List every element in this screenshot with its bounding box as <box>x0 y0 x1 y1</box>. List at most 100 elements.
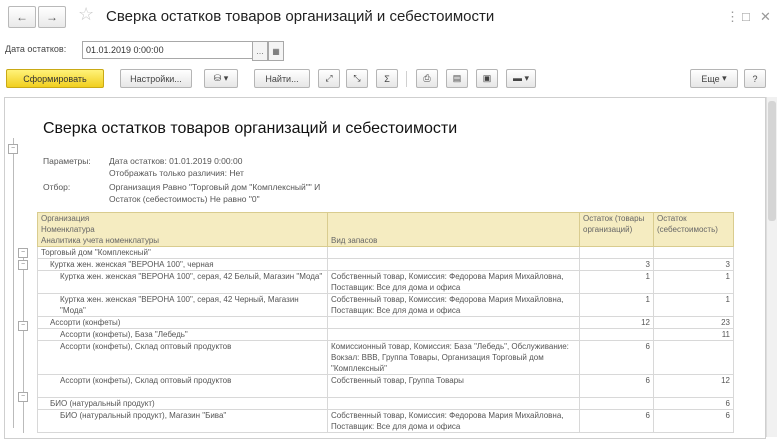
parameters-row: Дата остатков: 01.01.2019 0:00:00 … ▦ <box>0 38 778 62</box>
cell-stock-type: Собственный товар, Комиссия: Федорова Ма… <box>327 293 580 317</box>
expand-groups-button[interactable]: ⤢ <box>318 69 340 88</box>
filter-line2: Остаток (себестоимость) Не равно "0" <box>109 194 260 204</box>
close-icon[interactable]: ✕ <box>760 9 771 25</box>
save-button[interactable]: ▣ <box>476 69 498 88</box>
header-organization: Организация Номенклатура Аналитика учета… <box>37 212 328 247</box>
report-title: Сверка остатков товаров организаций и се… <box>43 120 458 137</box>
table-row[interactable]: Ассорти (конфеты), Склад оптовый продукт… <box>37 340 734 375</box>
cell-goods-balance: 1 <box>579 270 654 294</box>
cell-stock-type <box>327 258 580 271</box>
cell-stock-type: Комиссионный товар, Комиссия: База "Лебе… <box>327 340 580 375</box>
table-row[interactable]: Ассорти (конфеты), Склад оптовый продукт… <box>37 374 734 398</box>
calendar-button[interactable]: ▦ <box>268 41 284 61</box>
cell-item: Куртка жен. женская "ВЕРОНА 100", серая,… <box>37 293 328 317</box>
collapse-header-icon[interactable]: − <box>8 144 18 154</box>
cell-stock-type: Собственный товар, Группа Товары <box>327 374 580 398</box>
table-row[interactable]: Торговый дом "Комплексный" <box>37 246 734 259</box>
cell-cost-balance: 1 <box>653 293 734 317</box>
cell-stock-type <box>327 316 580 329</box>
table-row[interactable]: Ассорти (конфеты), База "Лебедь" 11 <box>37 328 734 341</box>
back-arrow-icon: ← <box>16 10 28 24</box>
cell-goods-balance: 6 <box>579 340 654 375</box>
group-toggle-item3[interactable]: − <box>18 392 28 402</box>
group-toggle-item1[interactable]: − <box>18 260 28 270</box>
date-label: Дата остатков: <box>5 44 67 54</box>
printer-icon: ⎙ <box>423 73 431 83</box>
table-row[interactable]: БИО (натуральный продукт), Магазин "Бива… <box>37 409 734 433</box>
params-label: Параметры: <box>43 156 91 166</box>
cell-item: Ассорти (конфеты), Склад оптовый продукт… <box>37 340 328 375</box>
report-area: − Сверка остатков товаров организаций и … <box>4 97 766 439</box>
calendar-icon: ▦ <box>272 46 280 56</box>
group-toggle-item2[interactable]: − <box>18 321 28 331</box>
variants-icon: ⛁ ▾ <box>213 73 229 83</box>
cell-cost-balance <box>653 246 734 259</box>
header-stock-type: Вид запасов <box>327 212 580 247</box>
group-toggle-org[interactable]: − <box>18 248 28 258</box>
cell-item: Торговый дом "Комплексный" <box>37 246 328 259</box>
cell-item: Ассорти (конфеты), База "Лебедь" <box>37 328 328 341</box>
vertical-scrollbar[interactable] <box>766 97 777 437</box>
date-input[interactable]: 01.01.2019 0:00:00 <box>82 41 253 59</box>
cell-stock-type <box>327 397 580 410</box>
cell-cost-balance: 3 <box>653 258 734 271</box>
cell-item: Куртка жен. женская "ВЕРОНА 100", серая,… <box>37 270 328 294</box>
cell-cost-balance: 11 <box>653 328 734 341</box>
help-button[interactable]: ? <box>744 69 766 88</box>
settings-button[interactable]: Настройки... <box>120 69 192 88</box>
cell-goods-balance: 6 <box>579 409 654 433</box>
cell-item: БИО (натуральный продукт), Магазин "Бива… <box>37 409 328 433</box>
select-dots-button[interactable]: … <box>252 41 268 61</box>
cell-cost-balance: 1 <box>653 270 734 294</box>
forward-button[interactable]: → <box>38 6 66 28</box>
params-line1: Дата остатков: 01.01.2019 0:00:00 <box>109 156 243 166</box>
cell-goods-balance: 3 <box>579 258 654 271</box>
header-cost-balance: Остаток (себестоимость) <box>653 212 734 247</box>
back-button[interactable]: ← <box>8 6 36 28</box>
more-actions-icon[interactable]: ⋮ <box>726 9 739 25</box>
sigma-icon: Σ <box>384 73 390 84</box>
report-table: Организация Номенклатура Аналитика учета… <box>37 212 734 433</box>
table-row[interactable]: Куртка жен. женская "ВЕРОНА 100", серая,… <box>37 270 734 294</box>
cell-goods-balance <box>579 328 654 341</box>
cell-item: Ассорти (конфеты) <box>37 316 328 329</box>
cell-cost-balance: 12 <box>653 374 734 398</box>
toolbar: Сформировать Настройки... ⛁ ▾ Найти... ⤢… <box>0 66 778 92</box>
title-bar: ← → ☆ Сверка остатков товаров организаци… <box>0 0 778 34</box>
print-button[interactable]: ⎙ <box>416 69 438 88</box>
more-button[interactable]: Еще ▾ <box>690 69 738 88</box>
cell-stock-type <box>327 328 580 341</box>
variants-button[interactable]: ⛁ ▾ <box>204 69 238 88</box>
cell-cost-balance: 23 <box>653 316 734 329</box>
cell-stock-type: Собственный товар, Комиссия: Федорова Ма… <box>327 270 580 294</box>
favorite-star-icon[interactable]: ☆ <box>78 4 94 25</box>
filter-line1: Организация Равно "Торговый дом "Комплек… <box>109 182 321 192</box>
collapse-groups-button[interactable]: ⤡ <box>346 69 368 88</box>
help-icon: ? <box>752 73 758 84</box>
table-row[interactable]: БИО (натуральный продукт) 6 <box>37 397 734 410</box>
cell-item: БИО (натуральный продукт) <box>37 397 328 410</box>
sum-button[interactable]: Σ <box>376 69 398 88</box>
cell-goods-balance <box>579 397 654 410</box>
filter-label: Отбор: <box>43 182 71 192</box>
cell-item: Куртка жен. женская "ВЕРОНА 100", черная <box>37 258 328 271</box>
cell-cost-balance <box>653 340 734 375</box>
header-goods-balance: Остаток (товары организаций) <box>579 212 654 247</box>
maximize-icon[interactable]: □ <box>742 9 750 24</box>
table-row[interactable]: Куртка жен. женская "ВЕРОНА 100", черная… <box>37 258 734 271</box>
save-icon: ▣ <box>482 73 492 83</box>
table-row[interactable]: Ассорти (конфеты) 12 23 <box>37 316 734 329</box>
generate-button[interactable]: Сформировать <box>6 69 104 88</box>
table-row[interactable]: Куртка жен. женская "ВЕРОНА 100", серая,… <box>37 293 734 317</box>
preview-button[interactable]: ▤ <box>446 69 468 88</box>
forward-arrow-icon: → <box>46 10 58 24</box>
attach-button[interactable]: ▬ ▾ <box>506 69 536 88</box>
cell-goods-balance: 6 <box>579 374 654 398</box>
find-button[interactable]: Найти... <box>254 69 310 88</box>
cell-cost-balance: 6 <box>653 409 734 433</box>
cell-item: Ассорти (конфеты), Склад оптовый продукт… <box>37 374 328 398</box>
cell-goods-balance: 1 <box>579 293 654 317</box>
window-title: Сверка остатков товаров организаций и се… <box>106 8 495 25</box>
cell-stock-type: Собственный товар, Комиссия: Федорова Ма… <box>327 409 580 433</box>
cell-cost-balance: 6 <box>653 397 734 410</box>
